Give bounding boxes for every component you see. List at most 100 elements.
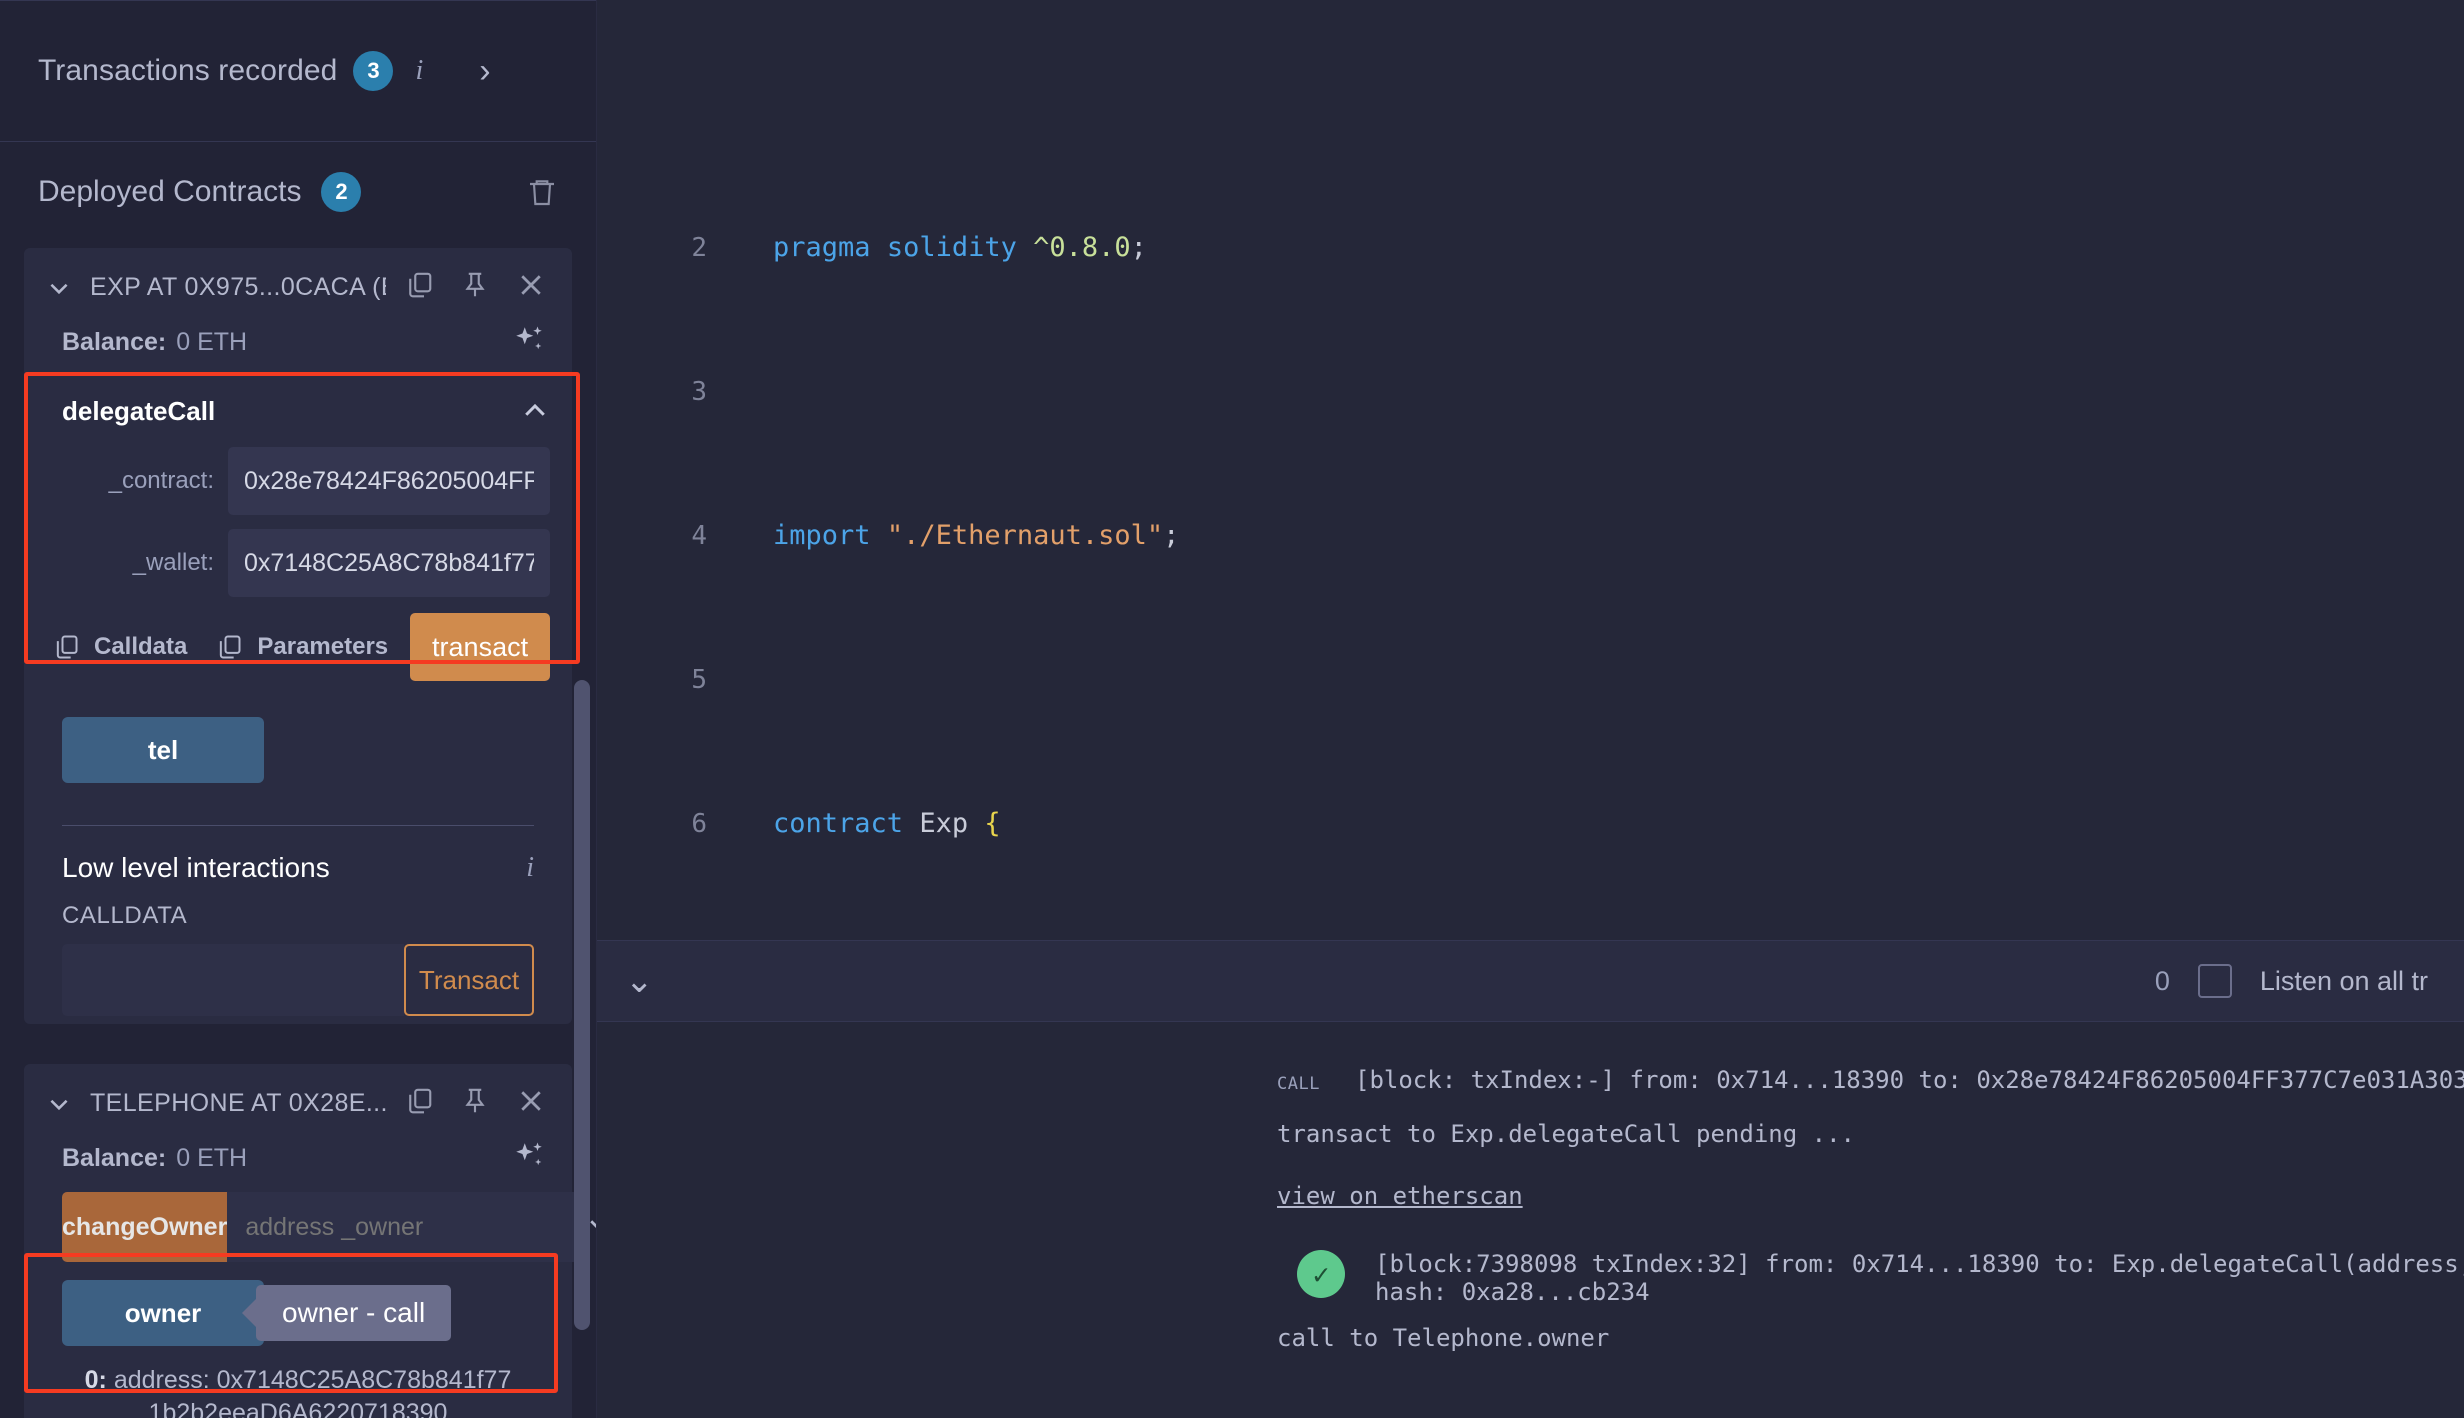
code-text: import "./Ethernaut.sol"; — [773, 520, 1180, 551]
contract-header-telephone[interactable]: TELEPHONE AT 0X28E...1B — [24, 1064, 572, 1131]
code-line-3: 3 — [597, 374, 2464, 410]
remix-ide-window: Transactions recorded 3 i › Deployed Con… — [0, 0, 2464, 1418]
owner-result: 0: address: 0x7148C25A8C78b841f77 1b2b2e… — [24, 1346, 572, 1418]
chevrons-down-icon[interactable]: ⌄ — [625, 961, 653, 1001]
sidebar-scrollbar-thumb[interactable] — [574, 680, 590, 1330]
changeowner-input[interactable] — [227, 1192, 586, 1262]
code-line-2: 2 pragma solidity ^0.8.0; — [597, 230, 2464, 266]
copy-parameters-button[interactable]: Parameters — [209, 633, 410, 661]
owner-getter-button[interactable]: owner — [62, 1280, 264, 1346]
pin-icon[interactable] — [460, 270, 490, 305]
low-level-calldata-label: CALLDATA — [62, 902, 188, 929]
transactions-recorded-label: Transactions recorded — [38, 54, 338, 87]
low-level-interactions-header: Low level interactions i — [24, 826, 572, 884]
balance-row-telephone: Balance: 0 ETH — [24, 1131, 572, 1192]
chevron-down-icon[interactable] — [46, 1091, 72, 1117]
main-area: 2 pragma solidity ^0.8.0; 3 4 import "./… — [597, 0, 2464, 1418]
function-name-delegatecall: delegateCall — [62, 396, 216, 426]
listen-all-checkbox[interactable] — [2197, 964, 2232, 998]
line-number: 3 — [691, 377, 707, 407]
function-actions: Calldata Parameters transact — [46, 613, 550, 681]
function-title-row[interactable]: delegateCall — [46, 382, 550, 433]
balance-value: 0 ETH — [176, 1144, 248, 1172]
result-type: address: — [113, 1366, 210, 1394]
log-entry-pending: transact to Exp.delegateCall pending ... — [1277, 1120, 1855, 1148]
contract-name-exp: EXP AT 0X975...0CACA (BL — [90, 273, 386, 301]
contract-header-exp[interactable]: EXP AT 0X975...0CACA (BL — [24, 248, 572, 315]
deployed-contracts-label: Deployed Contracts — [38, 175, 302, 208]
terminal-toolbar: ⌄ 0 Listen on all tr — [597, 940, 2464, 1022]
balance-label: Balance: — [62, 328, 167, 356]
param-label-contract: _contract: — [108, 467, 214, 494]
transactions-recorded-section[interactable]: Transactions recorded 3 i › — [0, 1, 596, 141]
log-success-line2: hash: 0xa28...cb234 — [1375, 1278, 1650, 1306]
deployed-contracts-header: Deployed Contracts 2 — [0, 142, 596, 242]
deployed-contracts-count: 2 — [321, 172, 362, 212]
code-line-5: 5 — [597, 662, 2464, 698]
param-label-wallet: _wallet: — [132, 549, 214, 576]
copy-icon[interactable] — [404, 270, 434, 305]
etherscan-link[interactable]: view on etherscan — [597, 1182, 2464, 1210]
line-number: 4 — [691, 521, 707, 551]
close-icon[interactable] — [516, 270, 546, 305]
copy-calldata-button[interactable]: Calldata — [46, 633, 209, 661]
line-number: 5 — [691, 665, 707, 695]
line-number: 2 — [691, 233, 707, 263]
param-row-contract: _contract: — [46, 447, 550, 515]
info-icon[interactable]: i — [526, 852, 534, 884]
pin-icon[interactable] — [460, 1086, 490, 1121]
code-line-6: 6 contract Exp { — [597, 806, 2464, 842]
param-row-wallet: _wallet: — [46, 529, 550, 597]
success-check-icon: ✓ — [1297, 1250, 1345, 1298]
terminal-panel[interactable]: CALL [block: txIndex:-] from: 0x714...18… — [597, 1022, 2464, 1418]
info-icon[interactable]: i — [409, 55, 429, 87]
contract-card-exp: EXP AT 0X975...0CACA (BL Balance: 0 ETH … — [24, 248, 572, 1024]
chevron-right-icon[interactable]: › — [479, 52, 490, 91]
changeowner-button[interactable]: changeOwner — [62, 1192, 228, 1262]
line-number: 6 — [691, 809, 707, 839]
sparkle-icon[interactable] — [512, 1139, 546, 1178]
owner-call-tooltip: owner - call — [256, 1285, 452, 1341]
low-level-transact-button[interactable]: Transact — [404, 944, 534, 1016]
result-value-line2: 1b2b2eeaD6A6220718390 — [148, 1399, 448, 1418]
result-value-line1: 0x7148C25A8C78b841f77 — [216, 1366, 512, 1394]
trash-icon[interactable] — [526, 175, 558, 209]
chevron-up-icon[interactable] — [520, 396, 550, 431]
log-body-call: [block: txIndex:-] from: 0x714...18390 t… — [1355, 1066, 2464, 1094]
log-tag-call: CALL — [1277, 1074, 1320, 1094]
low-level-calldata-row: Transact — [24, 930, 572, 1016]
chevron-down-icon[interactable] — [46, 275, 72, 301]
balance-label: Balance: — [62, 1144, 167, 1172]
log-entry-call-owner: call to Telephone.owner — [1277, 1324, 1610, 1352]
parameters-label: Parameters — [257, 633, 389, 660]
close-icon[interactable] — [516, 1086, 546, 1121]
contract-card-telephone: TELEPHONE AT 0X28E...1B — [24, 1064, 596, 1418]
terminal-log: CALL [block: txIndex:-] from: 0x714...18… — [597, 1066, 2464, 1352]
log-body-success: [block:7398098 txIndex:32] from: 0x714..… — [1375, 1250, 2464, 1306]
code-editor[interactable]: 2 pragma solidity ^0.8.0; 3 4 import "./… — [597, 0, 2464, 940]
low-level-title: Low level interactions — [62, 852, 330, 883]
balance-value: 0 ETH — [176, 328, 248, 356]
function-row-owner: owner owner - call — [62, 1280, 572, 1346]
code-line-4: 4 import "./Ethernaut.sol"; — [597, 518, 2464, 554]
contract-name-telephone: TELEPHONE AT 0X28E...1B — [90, 1089, 386, 1117]
log-entry-call[interactable]: CALL [block: txIndex:-] from: 0x714...18… — [597, 1066, 2464, 1094]
function-row-changeowner: changeOwner — [62, 1192, 596, 1262]
copy-icon[interactable] — [404, 1086, 434, 1121]
code-text: pragma solidity ^0.8.0; — [773, 232, 1147, 263]
param-input-contract[interactable] — [228, 447, 550, 515]
transact-button[interactable]: transact — [410, 613, 550, 681]
param-input-wallet[interactable] — [228, 529, 550, 597]
code-content: 2 pragma solidity ^0.8.0; 3 4 import "./… — [597, 0, 2464, 940]
contract-header-actions — [404, 1086, 546, 1121]
getter-button-tel[interactable]: tel — [62, 717, 264, 783]
udapp-sidebar: Transactions recorded 3 i › Deployed Con… — [0, 0, 597, 1418]
log-success-line1: [block:7398098 txIndex:32] from: 0x714..… — [1375, 1250, 2464, 1278]
low-level-calldata-input[interactable] — [62, 944, 404, 1016]
terminal-count: 0 — [2154, 965, 2170, 996]
code-text: contract Exp { — [773, 808, 1001, 839]
listen-all-label: Listen on all tr — [2259, 965, 2428, 996]
sparkle-icon[interactable] — [512, 323, 546, 362]
log-entry-success[interactable]: ✓ [block:7398098 txIndex:32] from: 0x714… — [597, 1250, 2464, 1306]
